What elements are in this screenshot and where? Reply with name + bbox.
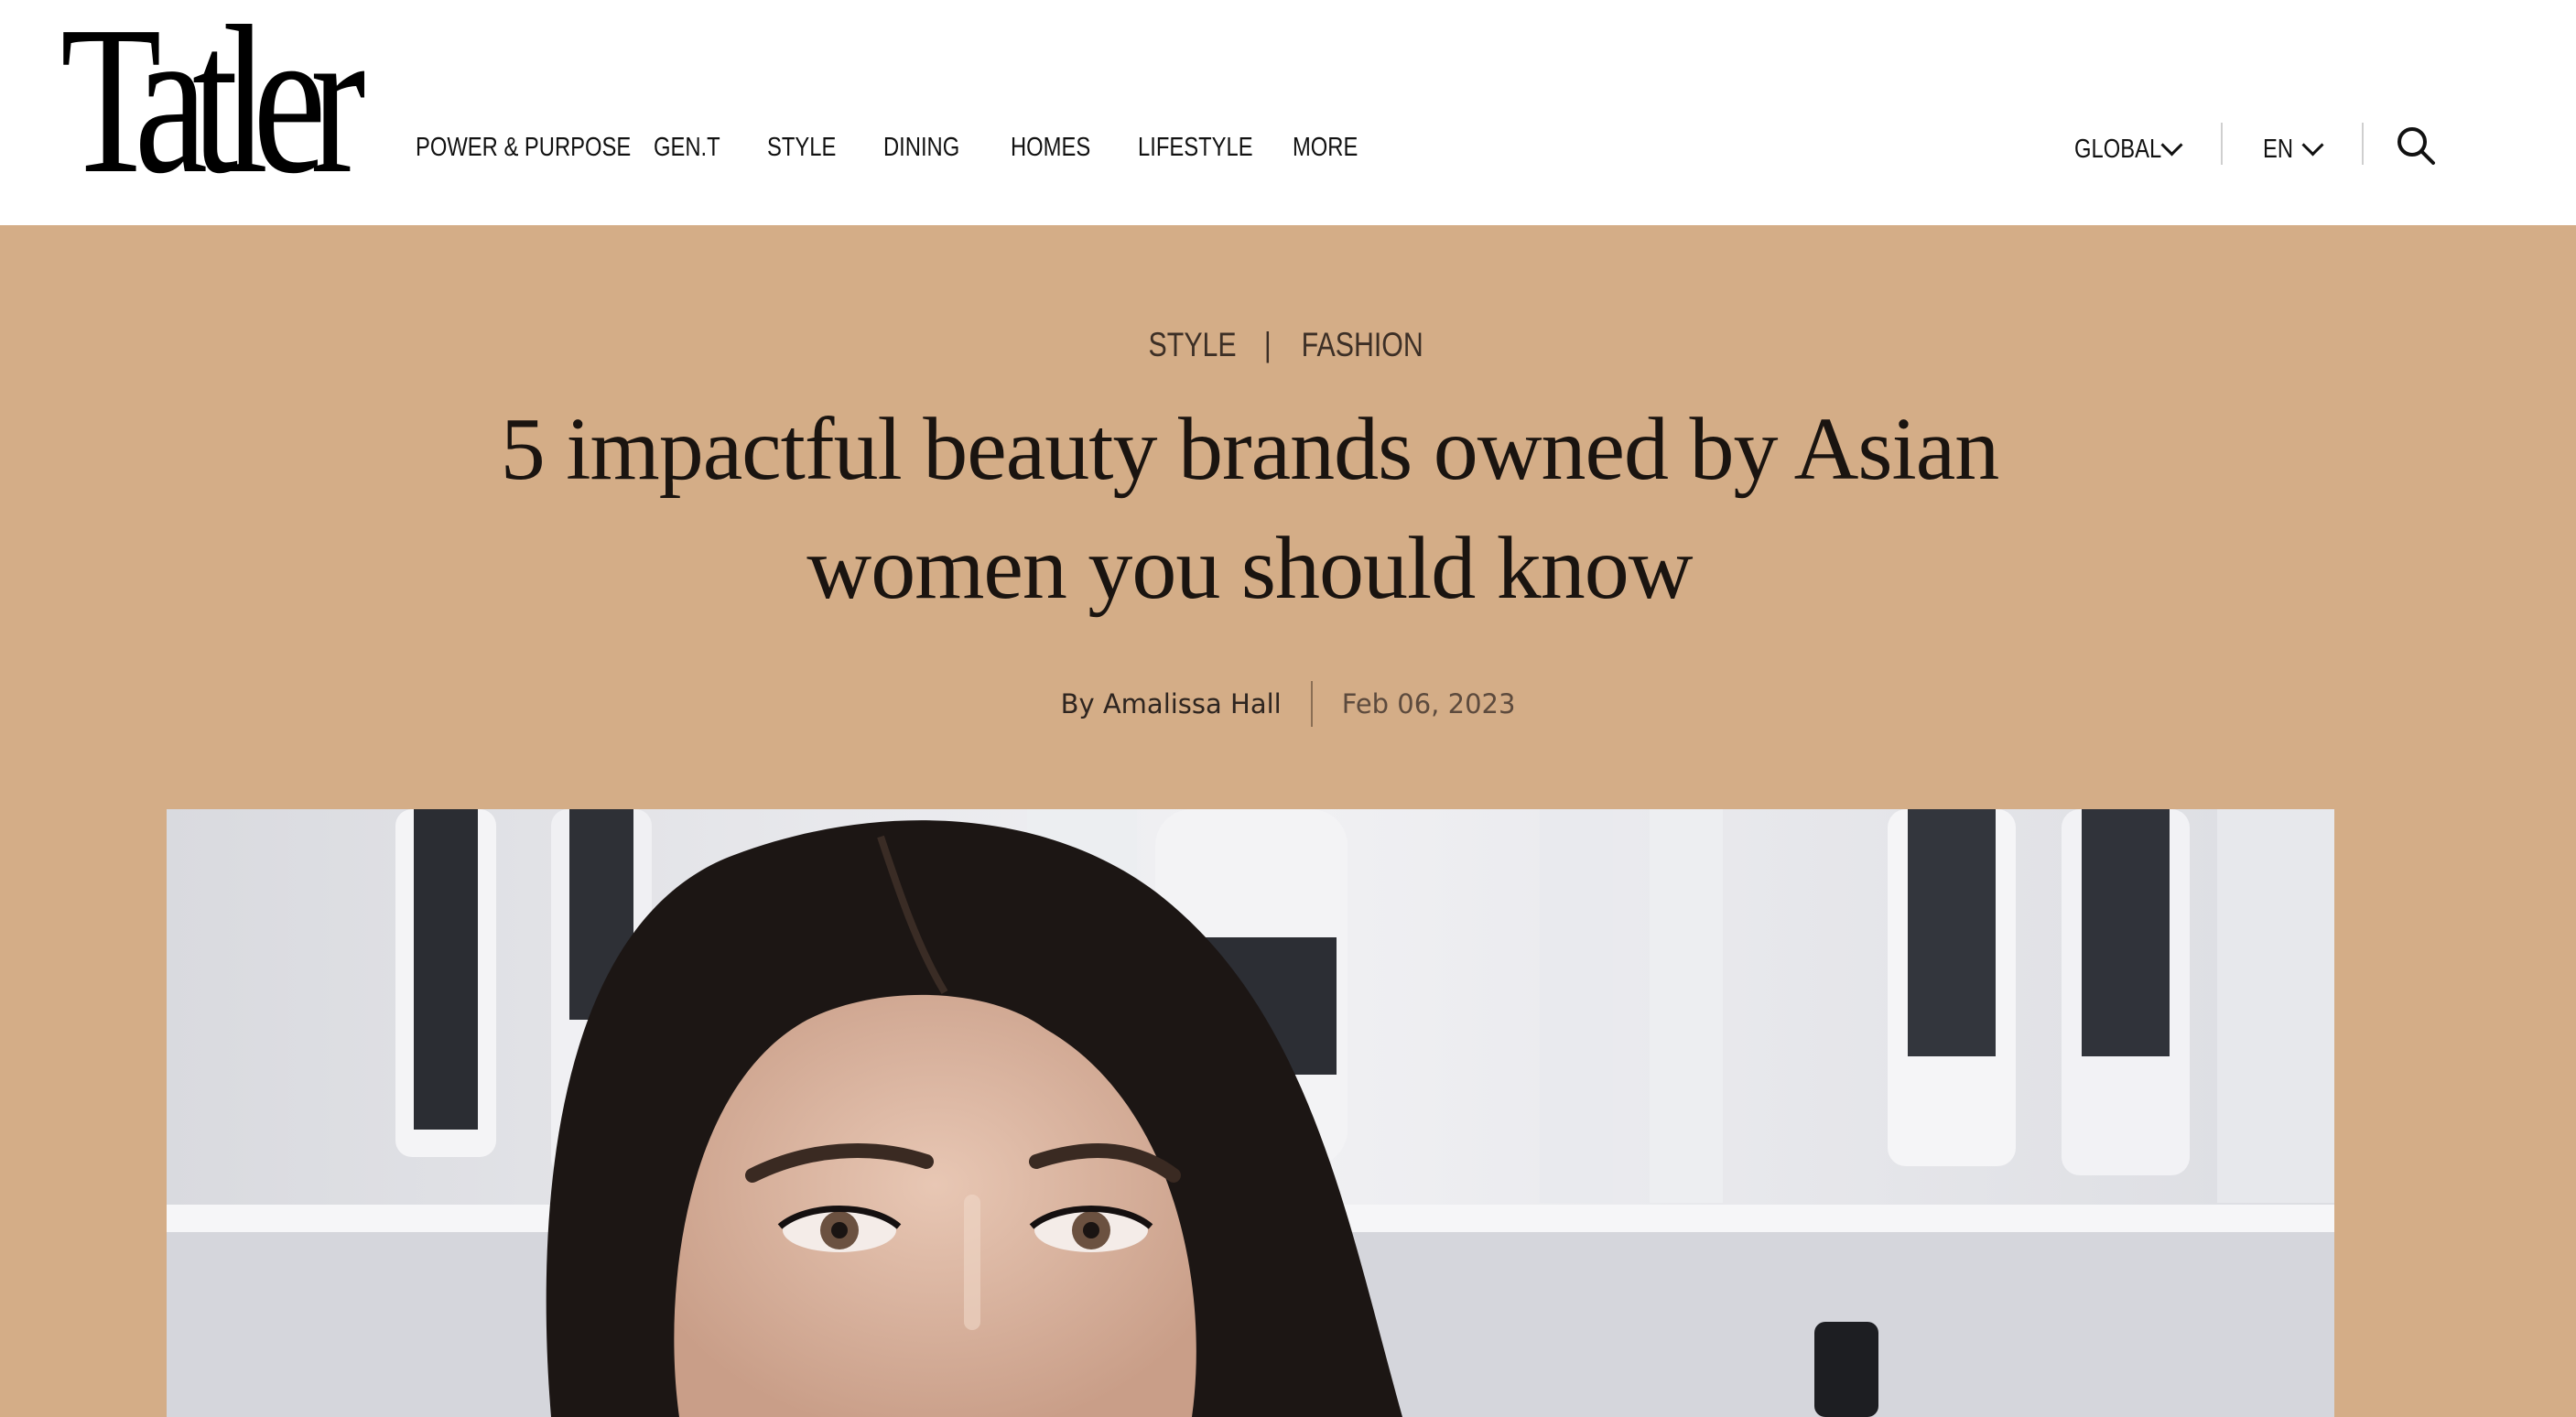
woman-portrait-photo	[167, 809, 2334, 1417]
article-title: 5 impactful beauty brands owned by Asian…	[494, 390, 2005, 628]
category-style[interactable]: STYLE	[1149, 326, 1237, 364]
divider	[2362, 123, 2364, 165]
article-title-line-1: 5 impactful beauty brands owned by Asian	[500, 400, 2000, 499]
category-fashion[interactable]: FASHION	[1302, 326, 1423, 364]
chevron-down-icon[interactable]	[2301, 134, 2324, 157]
hero-image	[167, 809, 2334, 1417]
nav-item-homes[interactable]: HOMES	[1011, 133, 1090, 163]
tatler-logo[interactable]: Tatler	[60, 0, 366, 207]
publish-date: Feb 06, 2023	[1341, 688, 1516, 719]
byline: By Amalissa Hall Feb 06, 2023	[0, 681, 2576, 727]
nav-item-more[interactable]: MORE	[1293, 133, 1358, 163]
category-separator: |	[1263, 326, 1272, 363]
chevron-down-icon[interactable]	[2160, 134, 2183, 157]
language-label[interactable]: EN	[2263, 135, 2293, 165]
article-title-line-2: women you should know	[806, 519, 1693, 618]
nav-item-power-purpose[interactable]: POWER & PURPOSE	[416, 133, 631, 163]
nav-item-gen-t[interactable]: GEN.T	[654, 133, 720, 163]
nav-item-style[interactable]: STYLE	[767, 133, 836, 163]
divider	[2221, 123, 2223, 165]
site-header: Tatler POWER & PURPOSE GEN.T STYLE DININ…	[0, 0, 2576, 225]
nav-item-lifestyle[interactable]: LIFESTYLE	[1138, 133, 1253, 163]
author-name[interactable]: By Amalissa Hall	[1061, 688, 1311, 719]
nav-item-dining[interactable]: DINING	[883, 133, 959, 163]
breadcrumb: STYLE | FASHION	[0, 326, 2576, 364]
region-label[interactable]: GLOBAL	[2074, 135, 2161, 165]
search-icon[interactable]	[2395, 124, 2437, 167]
